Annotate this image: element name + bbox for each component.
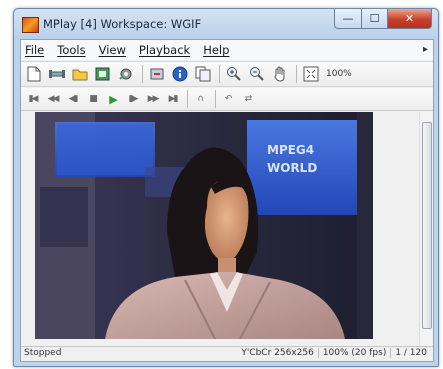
window-title: MPlay [4] Workspace: WGIF [43, 17, 202, 31]
zoom-in-icon[interactable] [225, 65, 243, 83]
minimize-button[interactable]: — [334, 9, 362, 29]
open-folder-icon[interactable] [71, 65, 89, 83]
menu-overflow-icon[interactable]: ▸ [423, 44, 428, 55]
vertical-scrollbar[interactable] [419, 112, 433, 347]
menu-bar: File Tools View Playback Help ▸ [21, 40, 433, 60]
toolbar-separator [296, 65, 297, 83]
video-image: MPEG4 WORLD [35, 112, 373, 339]
scrollbar-thumb[interactable] [422, 122, 432, 329]
copy-icon[interactable] [194, 65, 212, 83]
toolbar-separator [215, 90, 216, 108]
bounce-icon[interactable]: ↶ [221, 92, 236, 107]
last-frame-icon[interactable]: ▶▮ [165, 92, 180, 107]
title-bar[interactable]: MPlay [4] Workspace: WGIF — ☐ ✕ [14, 9, 438, 39]
link-icon[interactable] [48, 65, 66, 83]
fit-window-icon[interactable] [302, 65, 320, 83]
caption-buttons: — ☐ ✕ [334, 9, 432, 29]
playback-toolbar: ▮◀ ◀◀ ◀▮ ■ ▶ ▮▶ ▶▶ ▶▮ ∩ ↶ ⇄ [21, 88, 433, 111]
viewport[interactable]: MPEG4 WORLD [21, 112, 419, 347]
zoom-out-icon[interactable] [248, 65, 266, 83]
rewind-icon[interactable]: ◀◀ [45, 92, 60, 107]
toolbar-separator [187, 90, 188, 108]
step-back-icon[interactable]: ◀▮ [65, 92, 80, 107]
maximize-button[interactable]: ☐ [362, 9, 388, 29]
status-fields: Y'CbCr 256x256 100% (20 fps) 1 / 120 [237, 348, 431, 358]
main-toolbar: 100% [21, 61, 433, 87]
zoom-fps: 100% (20 fps) [317, 348, 391, 358]
video-frame[interactable]: MPEG4 WORLD [35, 112, 373, 339]
sign-line2: WORLD [267, 161, 317, 175]
new-icon[interactable] [25, 65, 43, 83]
close-button[interactable]: ✕ [388, 9, 432, 29]
mplay-window: MPlay [4] Workspace: WGIF — ☐ ✕ File Too… [13, 8, 439, 367]
settings-icon[interactable] [117, 65, 135, 83]
info-icon[interactable] [171, 65, 189, 83]
play-icon[interactable]: ▶ [105, 92, 120, 107]
status-bar: Stopped Y'CbCr 256x256 100% (20 fps) 1 /… [21, 346, 433, 361]
step-forward-icon[interactable]: ▮▶ [125, 92, 140, 107]
loop-playback-icon[interactable]: ∩ [193, 92, 208, 107]
first-frame-icon[interactable]: ▮◀ [25, 92, 40, 107]
frame-format: Y'CbCr 256x256 [241, 348, 314, 358]
app-icon[interactable] [22, 17, 39, 33]
toolbar-separator [219, 65, 220, 83]
stop-icon[interactable]: ■ [85, 92, 100, 107]
menu-help[interactable]: Help [203, 43, 229, 57]
loop-icon[interactable] [148, 65, 166, 83]
toolbar-separator [142, 65, 143, 83]
menu-playback[interactable]: Playback [139, 43, 190, 57]
pan-icon[interactable] [271, 65, 289, 83]
fast-forward-icon[interactable]: ▶▶ [145, 92, 160, 107]
sign-line1: MPEG4 [267, 143, 314, 157]
frame-counter: 1 / 120 [390, 348, 431, 358]
menu-file[interactable]: File [25, 43, 44, 57]
drive-icon[interactable]: ⇄ [241, 92, 256, 107]
playback-state: Stopped [24, 348, 62, 358]
menu-tools[interactable]: Tools [57, 43, 85, 57]
zoom-label: 100% [326, 69, 352, 79]
export-icon[interactable] [94, 65, 112, 83]
menu-view[interactable]: View [99, 43, 126, 57]
client-area: File Tools View Playback Help ▸ 100% ▮◀ … [20, 39, 434, 362]
